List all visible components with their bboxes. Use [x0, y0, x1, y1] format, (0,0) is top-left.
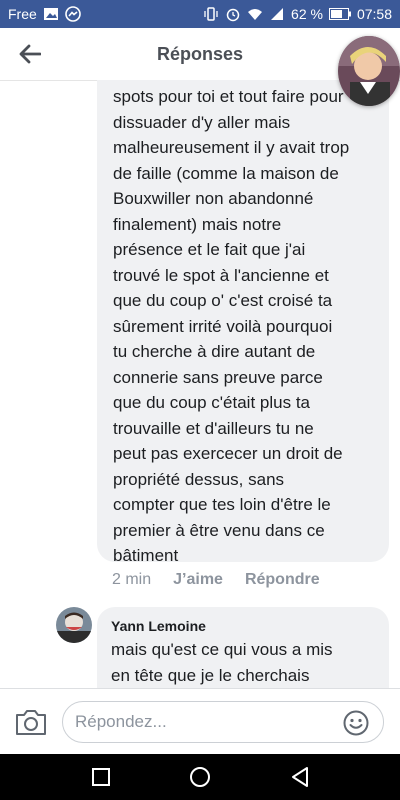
reply-input[interactable]	[73, 711, 337, 733]
comment-author[interactable]: Yann Lemoine	[111, 618, 375, 634]
camera-icon[interactable]	[14, 707, 48, 737]
status-bar: Free 62 % 07:58	[0, 0, 400, 28]
like-button[interactable]: J’aime	[173, 571, 223, 589]
image-icon	[43, 8, 58, 20]
profile-picture	[56, 607, 92, 643]
alarm-icon	[226, 8, 240, 22]
battery-icon	[328, 8, 351, 20]
comment-actions: 2 min J’aime Répondre	[112, 571, 320, 589]
comment-bubble: spots pour toi et tout faire pour dissua…	[97, 80, 389, 565]
avatar[interactable]	[56, 607, 92, 643]
circle-home-icon[interactable]	[188, 765, 212, 789]
navigation-bar	[0, 754, 400, 800]
comment-timestamp: 2 min	[112, 571, 152, 588]
messenger-icon	[64, 6, 81, 22]
wifi-icon	[248, 9, 263, 20]
comments-area[interactable]: spots pour toi et tout faire pour dissua…	[0, 80, 400, 688]
carrier-label: Free	[8, 6, 37, 22]
reply-composer	[0, 688, 400, 755]
reply-button[interactable]: Répondre	[245, 571, 320, 589]
comment-text: spots pour toi et tout faire pour dissua…	[113, 87, 350, 565]
clock: 07:58	[356, 6, 392, 22]
reply-text: mais qu'est ce qui vous a mis en tête qu…	[111, 640, 333, 685]
triangle-back-icon[interactable]	[288, 765, 312, 789]
vibrate-icon	[204, 7, 218, 21]
reply-bubble: Yann Lemoine mais qu'est ce qui vous a m…	[97, 607, 389, 688]
chat-head-avatar[interactable]	[338, 36, 400, 106]
reply-input-container[interactable]	[62, 701, 384, 743]
chat-head-picture	[338, 36, 400, 106]
signal-icon	[271, 8, 284, 20]
battery-percentage: 62 %	[291, 6, 323, 22]
smiley-icon[interactable]	[343, 710, 369, 736]
square-recent-icon[interactable]	[89, 765, 113, 789]
